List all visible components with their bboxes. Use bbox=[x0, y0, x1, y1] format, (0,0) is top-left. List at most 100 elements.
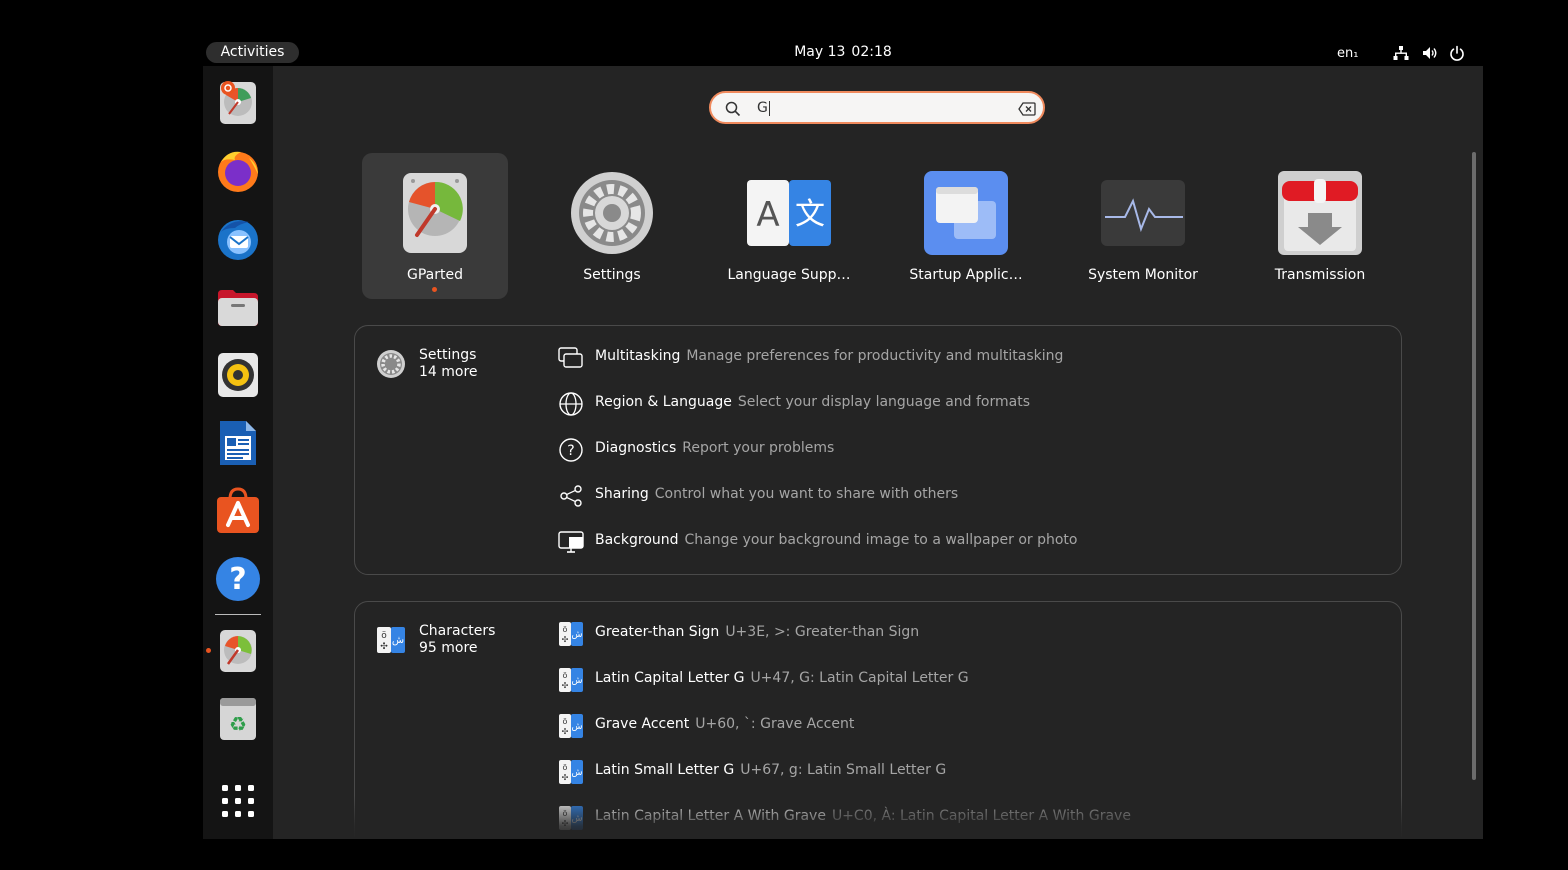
results-scrollbar[interactable] bbox=[1472, 152, 1476, 780]
result-title: Sharing bbox=[595, 486, 649, 502]
trash-icon: ♻ bbox=[220, 698, 256, 740]
result-description: Manage preferences for productivity and … bbox=[686, 348, 1064, 364]
transmission-icon bbox=[1278, 171, 1362, 255]
app-result-system-monitor[interactable]: System Monitor bbox=[1070, 153, 1216, 299]
search-provider-settings: Settings 14 more Multitasking Manage pref… bbox=[354, 325, 1402, 575]
provider-more-count: 95 more bbox=[419, 640, 478, 656]
search-query: G bbox=[757, 100, 768, 116]
svg-text:✣: ✣ bbox=[562, 819, 569, 828]
store-bag-icon bbox=[217, 487, 259, 533]
firefox-icon bbox=[218, 151, 258, 192]
result-description: U+47, G: Latin Capital Letter G bbox=[750, 670, 969, 686]
result-description: U+C0, À: Latin Capital Letter A With Gra… bbox=[831, 808, 1131, 824]
dock-item-rhythmbox[interactable] bbox=[213, 350, 263, 400]
result-title: Region & Language bbox=[595, 394, 732, 410]
result-description: U+60, `: Grave Accent bbox=[695, 716, 855, 732]
characters-icon: ö✣ ش bbox=[559, 622, 583, 646]
characters-icon: ö✣ ش bbox=[559, 714, 583, 738]
dock-item-files[interactable] bbox=[213, 282, 263, 332]
characters-icon: ö✣ ش bbox=[559, 760, 583, 784]
result-title: Greater-than Sign bbox=[595, 624, 720, 640]
svg-text:ش: ش bbox=[572, 722, 583, 732]
svg-text:ش: ش bbox=[392, 635, 404, 646]
app-result-startup-applications[interactable]: Startup Applic… bbox=[893, 153, 1039, 299]
gparted-icon bbox=[403, 173, 467, 253]
running-indicator bbox=[432, 287, 437, 292]
gparted-icon bbox=[220, 630, 256, 672]
help-icon: ? bbox=[216, 557, 260, 601]
svg-text:ö: ö bbox=[563, 717, 568, 726]
disk-icon bbox=[220, 81, 256, 124]
power-icon[interactable] bbox=[1449, 45, 1465, 61]
search-icon bbox=[725, 101, 741, 117]
volume-icon[interactable] bbox=[1422, 45, 1438, 61]
characters-icon: ö✣ ش bbox=[559, 806, 583, 830]
app-result-label: Settings bbox=[583, 267, 641, 283]
settings-icon bbox=[571, 172, 653, 254]
svg-text:ش: ش bbox=[572, 814, 583, 824]
show-applications-button[interactable] bbox=[213, 776, 263, 826]
provider-more-count: 14 more bbox=[419, 364, 478, 380]
provider-name: Characters bbox=[419, 623, 496, 639]
app-result-settings[interactable]: Settings bbox=[539, 153, 685, 299]
text-cursor bbox=[768, 100, 770, 116]
app-result-transmission[interactable]: Transmission bbox=[1247, 153, 1393, 299]
result-title: Diagnostics bbox=[595, 440, 677, 456]
svg-text:✣: ✣ bbox=[562, 773, 569, 782]
result-title: Grave Accent bbox=[595, 716, 690, 732]
svg-text:✣: ✣ bbox=[562, 635, 569, 644]
svg-text:ش: ش bbox=[572, 676, 583, 686]
clear-search-icon[interactable] bbox=[1018, 102, 1036, 116]
svg-text:A: A bbox=[756, 195, 779, 235]
result-description: Change your background image to a wallpa… bbox=[684, 532, 1078, 548]
dock-item-trash[interactable]: ♻ bbox=[213, 694, 263, 744]
language-icon: A 文 bbox=[747, 180, 831, 246]
svg-text:ö: ö bbox=[563, 763, 568, 772]
characters-icon: ö✣ ش bbox=[559, 668, 583, 692]
system-monitor-icon bbox=[1101, 180, 1185, 246]
app-result-gparted[interactable]: GParted bbox=[362, 153, 508, 299]
dock-item-libreoffice-writer[interactable] bbox=[213, 418, 263, 468]
result-title: Latin Capital Letter A With Grave bbox=[595, 808, 826, 824]
startup-apps-icon bbox=[924, 171, 1008, 255]
svg-text:文: 文 bbox=[795, 197, 825, 232]
search-input[interactable]: G bbox=[757, 93, 770, 123]
folder-icon bbox=[218, 290, 258, 326]
search-entry[interactable]: G bbox=[709, 91, 1045, 124]
keyboard-layout-indicator[interactable]: en₁ bbox=[1337, 39, 1358, 66]
dock-item-help[interactable]: ? bbox=[213, 554, 263, 604]
result-description: U+67, g: Latin Small Letter G bbox=[740, 762, 947, 778]
running-indicator bbox=[206, 648, 211, 653]
globe-icon bbox=[559, 392, 583, 416]
dock-item-thunderbird[interactable] bbox=[213, 214, 263, 264]
search-provider-characters: ö ✣ ش Characters 95 more ö ✣ ش Greater-th… bbox=[354, 601, 1402, 839]
app-result-label: Startup Applic… bbox=[909, 267, 1023, 283]
desktop-screen: Activities May 13 02:18 en₁ ? ♻ G GParte… bbox=[203, 39, 1483, 839]
result-description: U+3E, >: Greater-than Sign bbox=[725, 624, 920, 640]
share-icon bbox=[560, 485, 582, 507]
app-result-label: Transmission bbox=[1274, 267, 1366, 283]
speaker-icon bbox=[218, 353, 258, 397]
svg-text:?: ? bbox=[229, 562, 246, 597]
clock[interactable]: May 13 02:18 bbox=[203, 39, 1483, 66]
svg-text:✣: ✣ bbox=[380, 642, 388, 652]
network-icon[interactable] bbox=[1393, 45, 1409, 61]
result-title: Background bbox=[595, 532, 679, 548]
dock-item-gparted-disk[interactable] bbox=[213, 78, 263, 128]
top-bar: Activities May 13 02:18 en₁ bbox=[203, 39, 1483, 66]
svg-text:ö: ö bbox=[563, 809, 568, 818]
svg-text:♻: ♻ bbox=[229, 712, 247, 736]
svg-text:ö: ö bbox=[381, 631, 387, 641]
multitasking-icon bbox=[558, 347, 583, 368]
app-result-language-support[interactable]: A 文 Language Supp… bbox=[716, 153, 862, 299]
dock-item-ubuntu-software[interactable] bbox=[213, 486, 263, 536]
dock-item-firefox[interactable] bbox=[213, 146, 263, 196]
provider-name: Settings bbox=[419, 347, 477, 363]
result-description: Select your display language and formats bbox=[737, 394, 1030, 410]
dock: ? ♻ bbox=[203, 66, 273, 839]
svg-text:ش: ش bbox=[572, 630, 583, 640]
app-result-label: GParted bbox=[407, 267, 463, 283]
dock-item-gparted-running[interactable] bbox=[213, 626, 263, 676]
svg-text:✣: ✣ bbox=[562, 727, 569, 736]
svg-text:?: ? bbox=[567, 443, 574, 459]
